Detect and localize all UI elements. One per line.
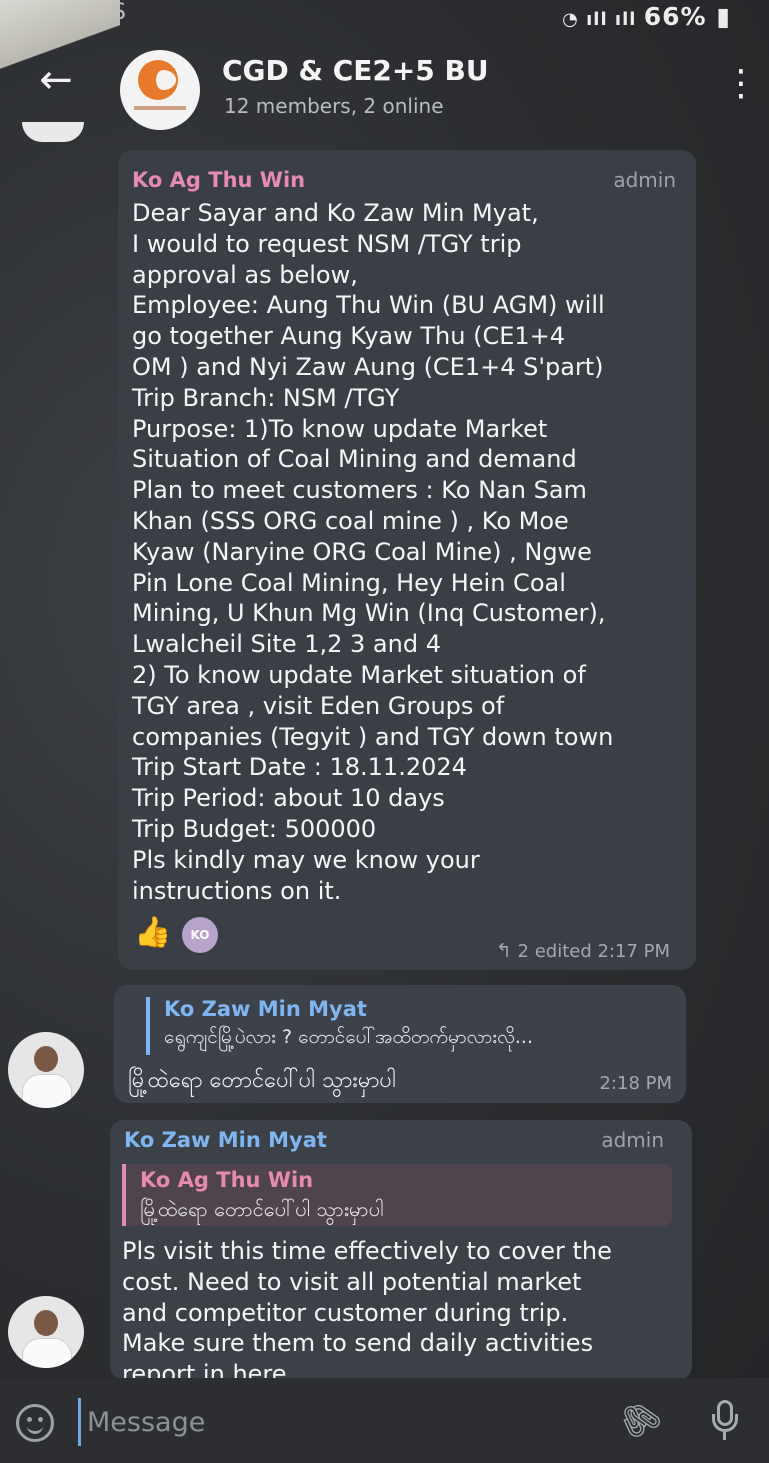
message-input[interactable] [78,1398,598,1446]
chat-header: ← CGD & CE2+5 BU 12 members, 2 online ⋮ [0,36,769,132]
quote-sender: Ko Ag Thu Win [140,1168,314,1192]
admin-badge: admin [601,1128,664,1152]
message-line: instructions on it. [132,876,342,905]
chat-subtitle: 12 members, 2 online [224,94,444,118]
message-line: OM ) and Nyi Zaw Aung (CE1+4 S'part) [132,353,604,381]
message-line: Lwalcheil Site 1,2 3 and 4 [132,630,441,659]
reply-quote[interactable]: Ko Ag Thu Win မြို့ထဲရော တောင်ပေါ်ပါ သွာ… [122,1164,672,1226]
signal-icon: ◔ ıll ıll [562,9,644,30]
message-bubble[interactable]: Ko Ag Thu Win admin Dear Sayar and Ko Za… [118,150,696,970]
status-bar: S ◔ ıll ıll 66% ▮ [0,0,769,34]
chat-title[interactable]: CGD & CE2+5 BU [222,54,489,87]
message-line: Make sure them to send daily activities [122,1329,594,1358]
thumbs-up-reaction[interactable]: 👍 [134,915,171,950]
avatar[interactable] [8,1296,84,1368]
message-line: Pls visit this time effectively to cover… [122,1237,612,1265]
message-line: Plan to meet customers : Ko Nan Sam [132,476,587,505]
smile-mouth [27,1422,43,1434]
logo-caption [134,106,186,110]
message-line: Kyaw (Naryine ORG Coal Mine) , Ngwe [132,537,592,566]
mic-cup [712,1414,738,1432]
battery-icon: ▮ [706,2,731,31]
message-time: 2:18 PM [599,1073,672,1094]
message-line: Purpose: 1)To know update Market [132,414,548,443]
message-line: Pls kindly may we know your [132,845,480,874]
mic-stem [723,1432,726,1440]
message-line: and competitor customer during trip. [122,1298,569,1327]
avatar[interactable] [8,1032,84,1108]
message-line: Trip Budget: 500000 [132,815,377,843]
message-composer: 🖇 [0,1378,769,1463]
avatar-head [34,1046,58,1072]
reaction-avatar[interactable]: KO [182,917,218,953]
message-line: report in here [122,1360,287,1380]
logo-c [150,70,176,90]
message-sender[interactable]: Ko Zaw Min Myat [124,1128,327,1152]
group-avatar[interactable] [120,50,200,130]
message-sender[interactable]: Ko Ag Thu Win [132,168,305,192]
quote-text: မြို့ထဲရော တောင်ပေါ်ပါ သွားမှာပါ [140,1197,384,1221]
message-line: Trip Branch: NSM /TGY [132,383,400,412]
reply-icon: ↰ [495,940,512,962]
message-line: Dear Sayar and Ko Zaw Min Myat, [132,199,539,227]
paperclip-icon[interactable]: 🖇 [610,1391,669,1449]
avatar-head [34,1310,58,1336]
message-bubble[interactable]: Ko Zaw Min Myat ရွေကျင်မြို့ပဲလား ? တောင… [114,985,686,1103]
avatar-shirt [22,1338,72,1368]
message-bubble[interactable]: Ko Zaw Min Myat admin Ko Ag Thu Win မြို… [110,1120,692,1380]
back-button[interactable]: ← [34,58,78,102]
message-line: 2) To know update Market situation of [132,661,586,689]
reply-quote[interactable]: Ko Zaw Min Myat ရွေကျင်မြို့ပဲလား ? တောင… [146,997,680,1055]
message-line: companies (Tegyit ) and TGY down town [132,722,614,751]
reactions: 👍 KO [134,915,254,955]
battery-indicator: ◔ ıll ıll 66% ▮ [562,2,731,31]
battery-percent: 66% [643,2,707,31]
message-line: approval as below, [132,260,358,289]
status-app-icon: S [112,0,126,25]
arrow-left-icon: ← [39,57,73,103]
smile-icon[interactable] [16,1404,54,1442]
message-line: cost. Need to visit all potential market [122,1267,582,1296]
message-line: Mining, U Khun Mg Win (Inq Customer), [132,599,606,628]
message-line: Khan (SSS ORG coal mine ) , Ko Moe [132,507,569,535]
message-line: Trip Start Date : 18.11.2024 [132,753,467,782]
message-line: I would to request NSM /TGY trip [132,229,522,258]
quote-text: ရွေကျင်မြို့ပဲလား ? တောင်ပေါ်အထိတက်မှာလာ… [164,1026,533,1048]
message-meta: ↰ 2 edited 2:17 PM [496,940,670,962]
admin-badge: admin [613,168,676,192]
quote-sender: Ko Zaw Min Myat [164,997,367,1021]
more-vertical-icon[interactable]: ⋮ [723,64,759,104]
message-line: Situation of Coal Mining and demand [132,445,577,474]
message-line: go together Aung Kyaw Thu (CE1+4 [132,322,566,351]
message-text: မြို့ထဲရော တောင်ပေါ်ပါ သွားမှာပါ [128,1068,396,1093]
message-line: Employee: Aung Thu Win (BU AGM) will [132,291,605,320]
message-line: Trip Period: about 10 days [132,784,445,813]
message-line: Pin Lone Coal Mining, Hey Hein Coal [132,568,566,597]
avatar-shirt [22,1074,72,1108]
message-time: 2 edited 2:17 PM [517,941,670,962]
message-line: TGY area , visit Eden Groups of [132,691,505,720]
microphone-icon[interactable] [710,1398,740,1444]
